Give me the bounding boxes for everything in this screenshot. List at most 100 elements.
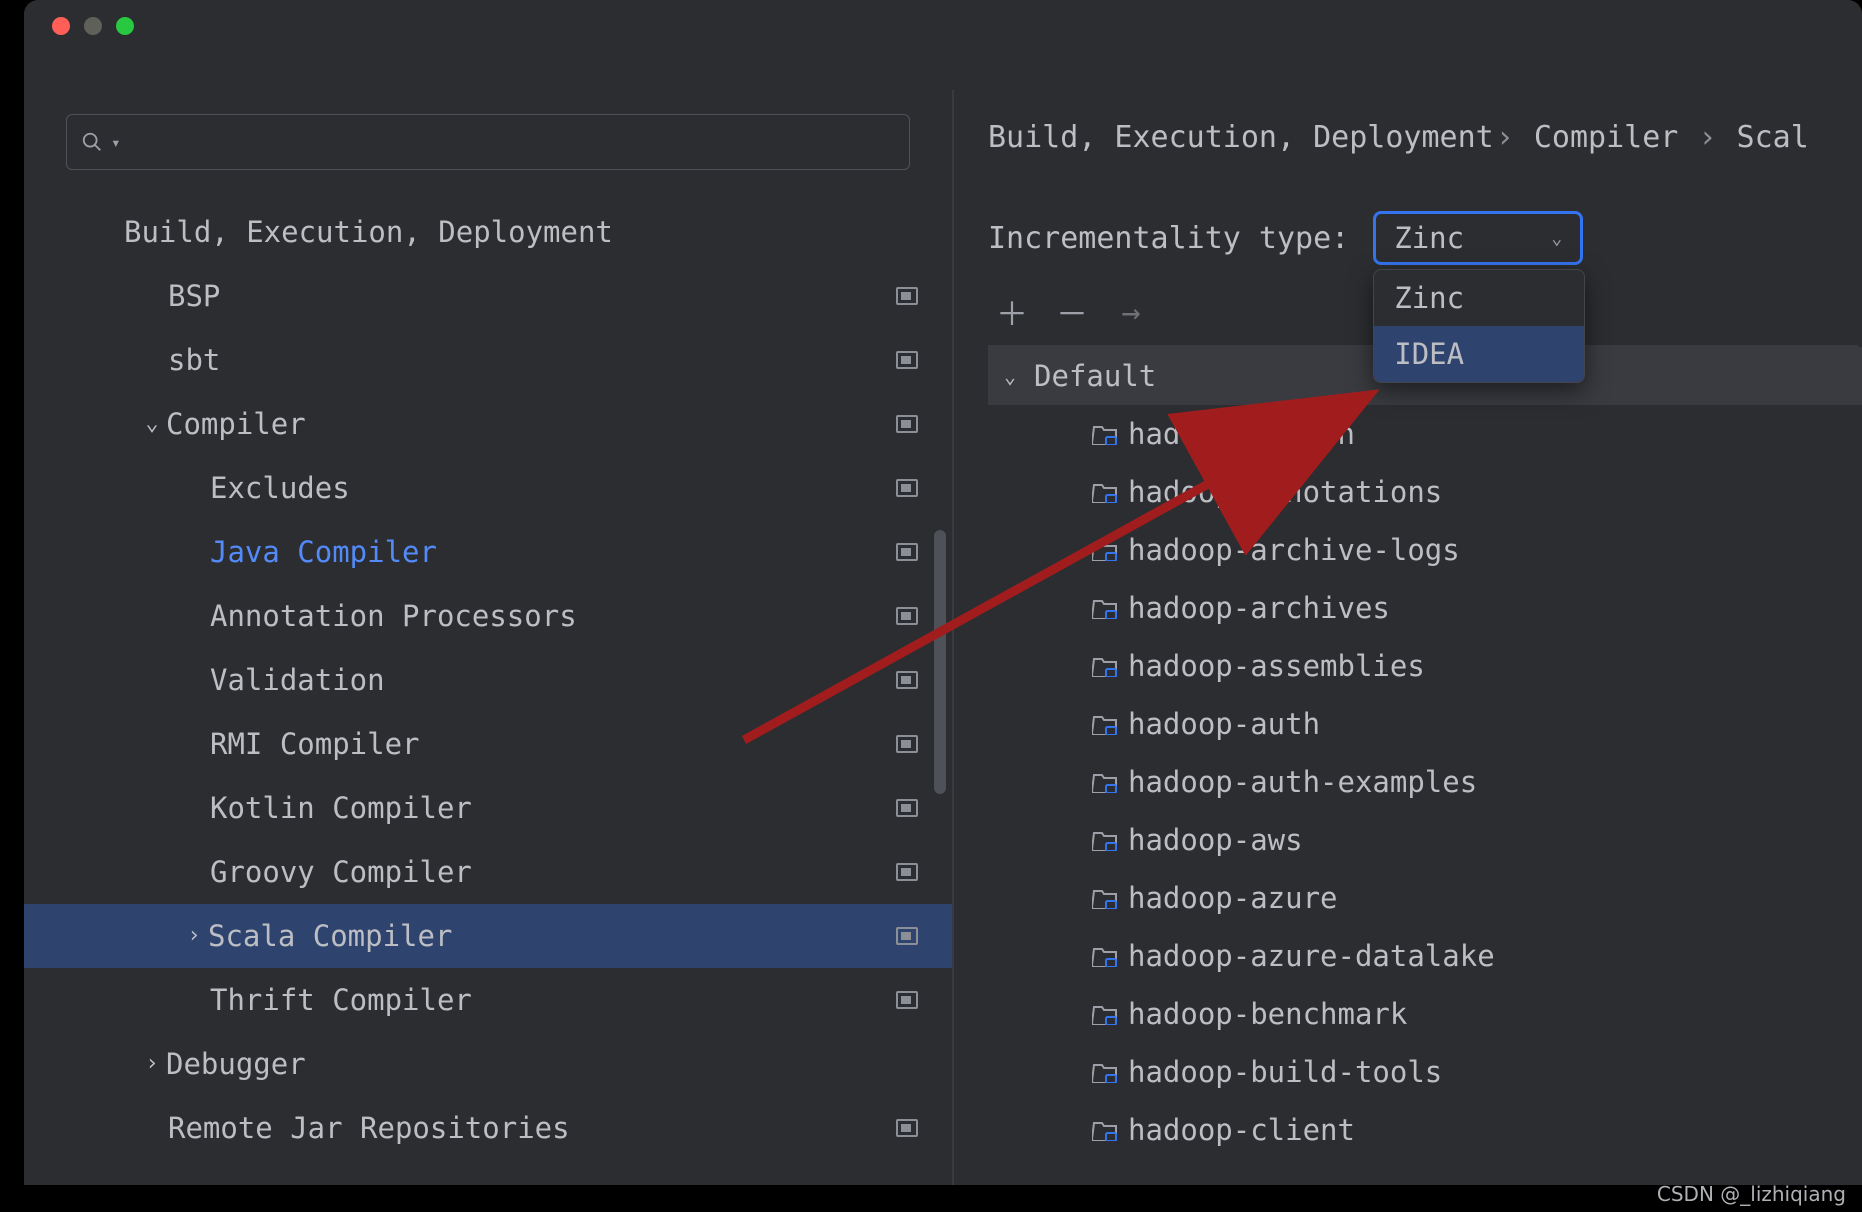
tree-item-remote-jar-repositories[interactable]: Remote Jar Repositories (24, 1096, 952, 1160)
project-scope-icon (896, 991, 918, 1009)
settings-search-input[interactable]: ▾ (66, 114, 910, 170)
minimize-window-button[interactable] (84, 17, 102, 35)
sidebar-scrollbar[interactable] (934, 530, 946, 794)
module-label: hadoop-build-tools (1128, 1055, 1442, 1089)
settings-window: ▾ Build, Execution, Deployment BSPsbt⌄Co… (24, 0, 1862, 1185)
tree-item-label: Kotlin Compiler (210, 794, 472, 823)
profiles-tree[interactable]: ⌄ Default hadoop-aliyun hadoop-annotation… (988, 347, 1862, 1159)
module-folder-icon (1092, 1003, 1118, 1025)
module-folder-icon (1092, 829, 1118, 851)
module-hadoop-benchmark[interactable]: hadoop-benchmark (988, 985, 1862, 1043)
module-folder-icon (1092, 481, 1118, 503)
tree-item-groovy-compiler[interactable]: Groovy Compiler (24, 840, 952, 904)
window-titlebar (24, 0, 1862, 52)
module-label: hadoop-client (1128, 1113, 1355, 1147)
tree-item-debugger[interactable]: ›Debugger (24, 1032, 952, 1096)
tree-item-label: Debugger (166, 1050, 306, 1079)
module-folder-icon (1092, 771, 1118, 793)
project-scope-icon (896, 863, 918, 881)
module-folder-icon (1092, 539, 1118, 561)
remove-profile-button[interactable]: － (1056, 289, 1086, 335)
tree-item-java-compiler[interactable]: Java Compiler (24, 520, 952, 584)
tree-item-label: Thrift Compiler (210, 986, 472, 1015)
tree-item-label: Java Compiler (210, 538, 437, 567)
profile-label: Default (1034, 359, 1156, 393)
tree-section-build-execution-deployment[interactable]: Build, Execution, Deployment (24, 200, 952, 264)
tree-item-label: RMI Compiler (210, 730, 420, 759)
module-hadoop-azure[interactable]: hadoop-azure (988, 869, 1862, 927)
project-scope-icon (896, 351, 918, 369)
project-scope-icon (896, 927, 918, 945)
close-window-button[interactable] (52, 17, 70, 35)
tree-item-label: Compiler (166, 410, 306, 439)
search-icon (81, 131, 103, 153)
module-label: hadoop-archives (1128, 591, 1390, 625)
incrementality-type-field: Incrementality type: Zinc ⌄ ZincIDEA (988, 211, 1862, 265)
tree-item-thrift-compiler[interactable]: Thrift Compiler (24, 968, 952, 1032)
chevron-down-icon: ⌄ (1004, 364, 1016, 388)
tree-item-label: Annotation Processors (210, 602, 577, 631)
module-label: hadoop-auth (1128, 707, 1320, 741)
tree-item-scala-compiler[interactable]: ›Scala Compiler (24, 904, 952, 968)
add-profile-button[interactable]: ＋ (996, 289, 1026, 335)
module-hadoop-auth[interactable]: hadoop-auth (988, 695, 1862, 753)
tree-item-rmi-compiler[interactable]: RMI Compiler (24, 712, 952, 776)
tree-item-sbt[interactable]: sbt (24, 328, 952, 392)
incrementality-type-button[interactable]: Zinc ⌄ (1373, 211, 1583, 265)
move-to-button[interactable]: → (1116, 293, 1146, 331)
incrementality-option-idea[interactable]: IDEA (1374, 326, 1584, 382)
incrementality-option-zinc[interactable]: Zinc (1374, 270, 1584, 326)
project-scope-icon (896, 479, 918, 497)
tree-item-label: Excludes (210, 474, 350, 503)
module-folder-icon (1092, 1119, 1118, 1141)
tree-item-kotlin-compiler[interactable]: Kotlin Compiler (24, 776, 952, 840)
project-scope-icon (896, 607, 918, 625)
settings-content: ▾ Build, Execution, Deployment BSPsbt⌄Co… (24, 90, 1862, 1185)
module-hadoop-client[interactable]: hadoop-client (988, 1101, 1862, 1159)
module-hadoop-azure-datalake[interactable]: hadoop-azure-datalake (988, 927, 1862, 985)
project-scope-icon (896, 543, 918, 561)
tree-label: Build, Execution, Deployment (124, 218, 613, 247)
module-hadoop-auth-examples[interactable]: hadoop-auth-examples (988, 753, 1862, 811)
tree-item-label: Remote Jar Repositories (168, 1114, 570, 1143)
module-hadoop-assemblies[interactable]: hadoop-assemblies (988, 637, 1862, 695)
module-folder-icon (1092, 945, 1118, 967)
tree-item-excludes[interactable]: Excludes (24, 456, 952, 520)
tree-item-annotation-processors[interactable]: Annotation Processors (24, 584, 952, 648)
tree-item-label: BSP (168, 282, 220, 311)
module-hadoop-aws[interactable]: hadoop-aws (988, 811, 1862, 869)
module-label: hadoop-archive-logs (1128, 533, 1460, 567)
module-hadoop-annotations[interactable]: hadoop-annotations (988, 463, 1862, 521)
watermark: CSDN @_lizhiqiang (1657, 1182, 1846, 1206)
tree-item-compiler[interactable]: ⌄Compiler (24, 392, 952, 456)
dropdown-selected-value: Zinc (1394, 221, 1464, 255)
breadcrumb-part[interactable]: Build, Execution, Deployment (988, 120, 1494, 155)
module-label: hadoop-azure (1128, 881, 1338, 915)
module-hadoop-build-tools[interactable]: hadoop-build-tools (988, 1043, 1862, 1101)
module-label: hadoop-auth-examples (1128, 765, 1477, 799)
incrementality-type-dropdown[interactable]: Zinc ⌄ ZincIDEA (1373, 211, 1583, 265)
module-label: hadoop-annotations (1128, 475, 1442, 509)
chevron-down-icon: ⌄ (138, 413, 166, 435)
zoom-window-button[interactable] (116, 17, 134, 35)
tree-item-validation[interactable]: Validation (24, 648, 952, 712)
module-folder-icon (1092, 423, 1118, 445)
project-scope-icon (896, 735, 918, 753)
module-folder-icon (1092, 597, 1118, 619)
tree-item-label: Scala Compiler (208, 922, 452, 951)
chevron-right-icon: › (138, 1053, 166, 1075)
settings-tree[interactable]: Build, Execution, Deployment BSPsbt⌄Comp… (24, 200, 952, 1185)
search-options-chevron-icon[interactable]: ▾ (111, 133, 121, 152)
module-folder-icon (1092, 1061, 1118, 1083)
project-scope-icon (896, 287, 918, 305)
settings-sidebar: ▾ Build, Execution, Deployment BSPsbt⌄Co… (24, 90, 954, 1185)
module-label: hadoop-benchmark (1128, 997, 1407, 1031)
module-hadoop-archives[interactable]: hadoop-archives (988, 579, 1862, 637)
module-label: hadoop-azure-datalake (1128, 939, 1495, 973)
tree-item-bsp[interactable]: BSP (24, 264, 952, 328)
breadcrumb-part[interactable]: Compiler (1534, 120, 1679, 155)
module-hadoop-archive-logs[interactable]: hadoop-archive-logs (988, 521, 1862, 579)
incrementality-type-menu: ZincIDEA (1373, 269, 1585, 383)
module-hadoop-aliyun[interactable]: hadoop-aliyun (988, 405, 1862, 463)
breadcrumb-part[interactable]: Scal (1737, 120, 1809, 155)
